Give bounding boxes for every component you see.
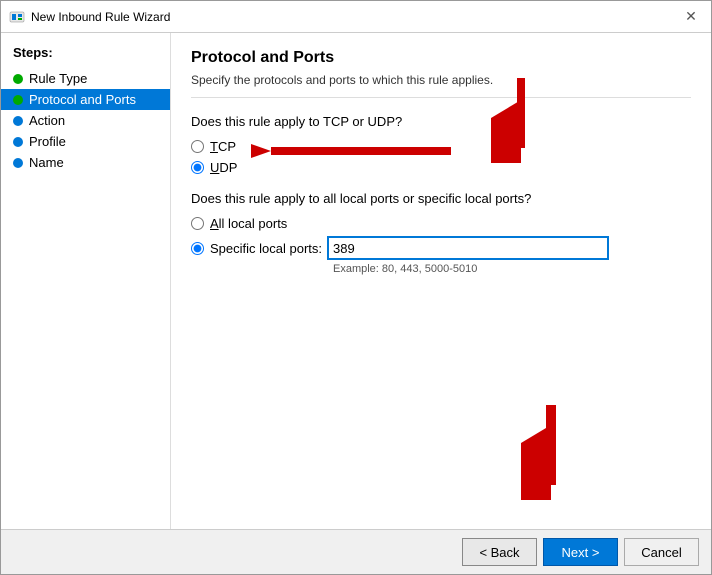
next-down-arrow-svg bbox=[521, 400, 581, 500]
main-content: Does this rule apply to TCP or UDP? TCP … bbox=[191, 114, 691, 513]
specific-ports-input[interactable] bbox=[328, 237, 608, 259]
window-icon bbox=[9, 9, 25, 25]
sidebar-item-name[interactable]: Name bbox=[1, 152, 170, 173]
udp-arrow-svg bbox=[251, 131, 471, 171]
close-button[interactable]: ✕ bbox=[679, 7, 703, 27]
step-label-protocol-ports: Protocol and Ports bbox=[29, 92, 136, 107]
page-title: Protocol and Ports bbox=[191, 49, 691, 67]
sidebar-item-action[interactable]: Action bbox=[1, 110, 170, 131]
question1-text: Does this rule apply to TCP or UDP? bbox=[191, 114, 691, 129]
step-label-name: Name bbox=[29, 155, 64, 170]
step-dot-protocol-ports bbox=[13, 95, 23, 105]
udp-radio[interactable] bbox=[191, 161, 204, 174]
ports-radio-group: All local ports Specific local ports: Ex… bbox=[191, 216, 691, 275]
step-dot-name bbox=[13, 158, 23, 168]
step-dot-rule-type bbox=[13, 74, 23, 84]
tcp-radio[interactable] bbox=[191, 140, 204, 153]
footer: < Back Next > Cancel bbox=[1, 529, 711, 574]
title-bar-left: New Inbound Rule Wizard bbox=[9, 9, 170, 25]
sidebar: Steps: Rule Type Protocol and Ports Acti… bbox=[1, 33, 171, 529]
content-area: Steps: Rule Type Protocol and Ports Acti… bbox=[1, 33, 711, 529]
all-ports-label[interactable]: All local ports bbox=[210, 216, 287, 231]
steps-label: Steps: bbox=[1, 45, 170, 68]
next-arrow-container bbox=[521, 400, 581, 503]
back-button[interactable]: < Back bbox=[462, 538, 537, 566]
step-dot-profile bbox=[13, 137, 23, 147]
step-dot-action bbox=[13, 116, 23, 126]
step-label-profile: Profile bbox=[29, 134, 66, 149]
ports-down-arrow-svg bbox=[491, 73, 551, 163]
sidebar-item-profile[interactable]: Profile bbox=[1, 131, 170, 152]
specific-ports-radio[interactable] bbox=[191, 242, 204, 255]
sidebar-item-rule-type[interactable]: Rule Type bbox=[1, 68, 170, 89]
all-ports-radio-item: All local ports bbox=[191, 216, 691, 231]
title-bar: New Inbound Rule Wizard ✕ bbox=[1, 1, 711, 33]
tcp-label[interactable]: TCP bbox=[210, 139, 236, 154]
wizard-window: New Inbound Rule Wizard ✕ Steps: Rule Ty… bbox=[0, 0, 712, 575]
specific-ports-label[interactable]: Specific local ports: bbox=[210, 241, 322, 256]
question2-text: Does this rule apply to all local ports … bbox=[191, 191, 691, 206]
specific-ports-radio-item: Specific local ports: bbox=[191, 237, 691, 259]
step-label-action: Action bbox=[29, 113, 65, 128]
all-ports-radio[interactable] bbox=[191, 217, 204, 230]
step-label-rule-type: Rule Type bbox=[29, 71, 87, 86]
next-button[interactable]: Next > bbox=[543, 538, 618, 566]
window-title: New Inbound Rule Wizard bbox=[31, 10, 170, 24]
main-panel: Protocol and Ports Specify the protocols… bbox=[171, 33, 711, 529]
page-subtitle: Specify the protocols and ports to which… bbox=[191, 73, 691, 98]
cancel-button[interactable]: Cancel bbox=[624, 538, 699, 566]
sidebar-item-protocol-ports[interactable]: Protocol and Ports bbox=[1, 89, 170, 110]
udp-label[interactable]: UDP bbox=[210, 160, 237, 175]
ports-example-text: Example: 80, 443, 5000-5010 bbox=[333, 263, 691, 275]
